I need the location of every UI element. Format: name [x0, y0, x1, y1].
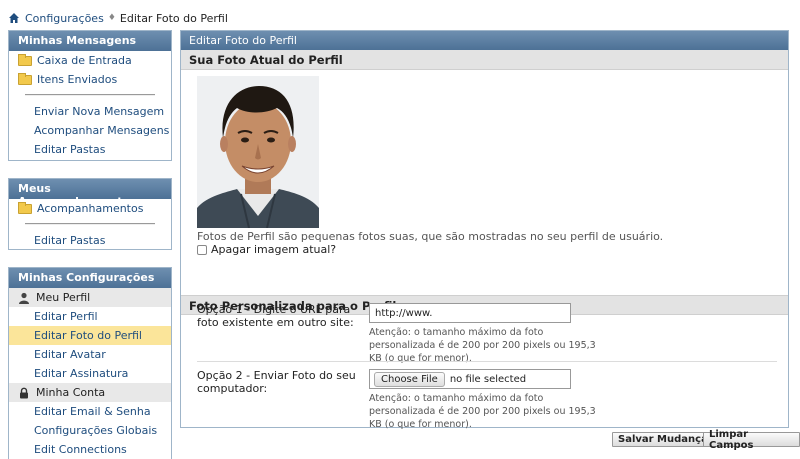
divider [25, 223, 155, 225]
settings-block: Minhas Configurações Meu Perfil Editar P… [8, 267, 172, 459]
current-photo-area: Fotos de Perfil são pequenas fotos suas,… [181, 70, 788, 295]
delete-photo-option[interactable]: Apagar imagem atual? [197, 243, 336, 256]
panel-title: Editar Foto do Perfil [181, 31, 788, 50]
folder-icon [18, 72, 32, 85]
breadcrumb-link-settings[interactable]: Configurações [25, 12, 104, 25]
lock-icon [20, 387, 28, 398]
sidebar-item-track-messages[interactable]: Acompanhar Mensagens [9, 121, 171, 140]
divider [25, 94, 155, 96]
sidebar-item-edit-email-password[interactable]: Editar Email & Senha [9, 402, 171, 421]
option-url-note: Atenção: o tamanho máximo da foto person… [369, 327, 596, 364]
photo-caption: Fotos de Perfil são pequenas fotos suas,… [197, 230, 664, 243]
option-url-label: Opção 1 - Digite o URL para foto existen… [197, 303, 354, 329]
messages-block: Minhas Mensagens Caixa de Entrada Itens … [8, 30, 172, 161]
sidebar-header-label: Minha Conta [36, 386, 106, 399]
divider [197, 361, 777, 362]
user-icon [19, 292, 29, 304]
choose-file-button[interactable]: Choose File [374, 371, 445, 387]
sidebar-item-edit-connections[interactable]: Edit Connections [9, 440, 171, 459]
messages-block-title: Minhas Mensagens [9, 31, 171, 51]
sidebar-item-edit-subscription-folders[interactable]: Editar Pastas [9, 231, 171, 250]
breadcrumb: Configurações ♦ Editar Foto do Perfil [8, 10, 228, 26]
folder-icon [18, 53, 32, 66]
sidebar-item-label: Itens Enviados [37, 73, 118, 86]
sidebar-item-inbox[interactable]: Caixa de Entrada [9, 51, 171, 70]
sidebar-item-label: Acompanhamentos [37, 202, 144, 215]
delete-photo-checkbox[interactable] [197, 244, 207, 255]
folder-icon [18, 201, 32, 214]
subscriptions-block: Meus Acompanhamentos Acompanhamentos Edi… [8, 178, 172, 250]
breadcrumb-separator-icon: ♦ [107, 13, 116, 23]
delete-photo-label: Apagar imagem atual? [211, 243, 337, 256]
sidebar-item-global-settings[interactable]: Configurações Globais [9, 421, 171, 440]
sidebar-item-sent[interactable]: Itens Enviados [9, 70, 171, 89]
file-status: no file selected [449, 373, 527, 385]
profile-photo [197, 76, 319, 228]
option-upload-note: Atenção: o tamanho máximo da foto person… [369, 393, 596, 430]
sidebar-item-label: Caixa de Entrada [37, 54, 132, 67]
edit-photo-panel: Editar Foto do Perfil Sua Foto Atual do … [180, 30, 789, 430]
sidebar-item-edit-signature[interactable]: Editar Assinatura [9, 364, 171, 383]
file-upload-field: Choose File no file selected [369, 369, 571, 389]
breadcrumb-current: Editar Foto do Perfil [119, 11, 228, 25]
reset-button[interactable]: Limpar Campos [703, 429, 800, 451]
photo-url-input[interactable] [369, 303, 571, 323]
current-photo-heading: Sua Foto Atual do Perfil [181, 50, 788, 70]
sidebar-item-edit-folders[interactable]: Editar Pastas [9, 140, 171, 159]
home-icon[interactable] [8, 12, 20, 24]
sidebar-item-send-message[interactable]: Enviar Nova Mensagem [9, 102, 171, 121]
settings-block-title: Minhas Configurações [9, 268, 171, 288]
option-upload-label: Opção 2 - Enviar Foto do seu computador: [197, 369, 356, 395]
sidebar-header-label: Meu Perfil [36, 291, 91, 304]
sidebar-item-edit-avatar[interactable]: Editar Avatar [9, 345, 171, 364]
sidebar-header-profile: Meu Perfil [9, 288, 171, 307]
sidebar-item-edit-profile-photo[interactable]: Editar Foto do Perfil [9, 326, 171, 345]
sidebar-header-account: Minha Conta [9, 383, 171, 402]
sidebar-item-edit-profile[interactable]: Editar Perfil [9, 307, 171, 326]
subscriptions-block-title: Meus Acompanhamentos [9, 179, 171, 208]
